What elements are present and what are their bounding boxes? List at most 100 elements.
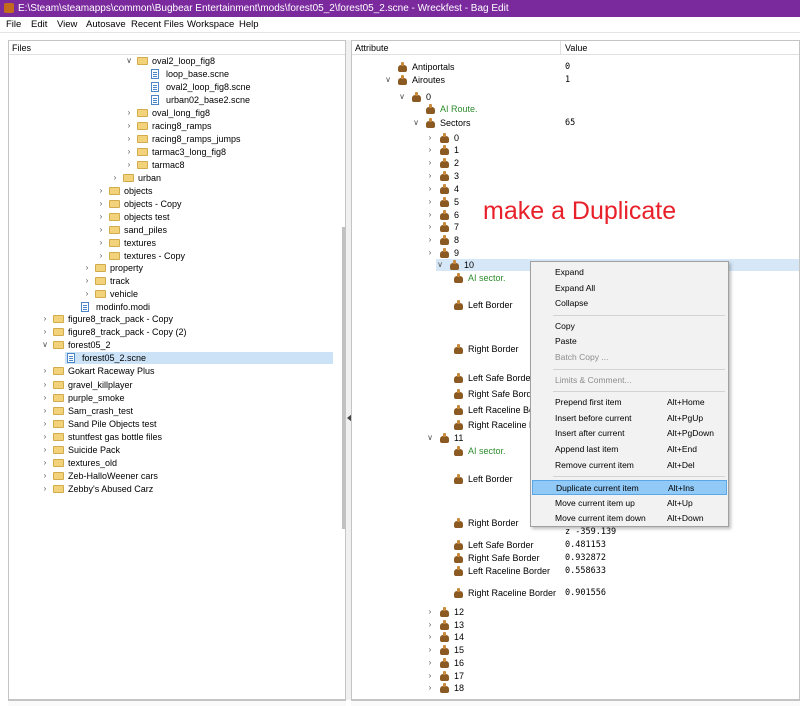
attribute-value[interactable]: 0.932872 — [565, 552, 606, 564]
chevron-down-icon[interactable]: ∨ — [384, 74, 392, 86]
menu-view[interactable]: View — [57, 19, 77, 30]
chevron-down-icon[interactable]: ∨ — [41, 339, 49, 351]
context-menu-item[interactable]: Move current item up Alt+Up — [532, 496, 727, 511]
folder-item[interactable]: ∨ oval2_loop_fig8 — [9, 55, 333, 67]
chevron-right-icon[interactable]: › — [41, 379, 49, 391]
chevron-right-icon[interactable]: › — [426, 619, 434, 631]
attribute-row[interactable]: › 15 — [352, 644, 799, 656]
chevron-right-icon[interactable]: › — [97, 224, 105, 236]
chevron-down-icon[interactable]: ∨ — [125, 55, 133, 67]
folder-item[interactable]: › property — [9, 262, 333, 274]
folder-item[interactable]: › Gokart Raceway Plus — [9, 365, 333, 377]
attribute-row[interactable]: › 2 — [352, 157, 799, 169]
chevron-right-icon[interactable]: › — [41, 470, 49, 482]
attribute-row[interactable]: ∨ Airoutes 1 — [352, 74, 799, 86]
chevron-down-icon[interactable]: ∨ — [436, 259, 444, 271]
chevron-right-icon[interactable]: › — [426, 682, 434, 694]
folder-item[interactable]: › textures - Copy — [9, 250, 333, 262]
folder-item[interactable]: › Zeb-HalloWeener cars — [9, 470, 333, 482]
context-menu-item[interactable]: Insert before current Alt+PgUp — [532, 411, 727, 426]
folder-item[interactable]: › racing8_ramps_jumps — [9, 133, 333, 145]
attribute-row[interactable]: › 14 — [352, 631, 799, 643]
context-menu-item[interactable]: Paste — [532, 334, 727, 349]
context-menu-item[interactable]: Append last item Alt+End — [532, 442, 727, 457]
folder-item[interactable]: › stuntfest gas bottle files — [9, 431, 333, 443]
context-menu-item[interactable]: Collapse — [532, 296, 727, 311]
chevron-right-icon[interactable]: › — [97, 237, 105, 249]
chevron-right-icon[interactable]: › — [426, 170, 434, 182]
folder-item[interactable]: › objects — [9, 185, 333, 197]
chevron-down-icon[interactable]: ∨ — [398, 91, 406, 103]
folder-item[interactable]: › Sand Pile Objects test — [9, 418, 333, 430]
column-separator[interactable] — [560, 41, 561, 55]
attribute-row[interactable]: › 9 — [352, 247, 799, 259]
attribute-row[interactable]: › 3 — [352, 170, 799, 182]
chevron-right-icon[interactable]: › — [97, 198, 105, 210]
chevron-right-icon[interactable]: › — [426, 144, 434, 156]
chevron-right-icon[interactable]: › — [426, 670, 434, 682]
folder-item[interactable]: › Sam_crash_test — [9, 405, 333, 417]
attribute-row[interactable]: › 12 — [352, 606, 799, 618]
attribute-row[interactable]: Antiportals 0 — [352, 61, 799, 73]
attribute-row[interactable]: ∨ 0 — [352, 91, 799, 103]
attribute-row[interactable]: z -359.139 — [352, 526, 799, 538]
attribute-row[interactable]: › 16 — [352, 657, 799, 669]
chevron-right-icon[interactable]: › — [41, 418, 49, 430]
chevron-right-icon[interactable]: › — [426, 183, 434, 195]
menu-workspace[interactable]: Workspace — [187, 19, 234, 30]
chevron-right-icon[interactable]: › — [125, 146, 133, 158]
context-menu-item[interactable]: Insert after current Alt+PgDown — [532, 426, 727, 441]
file-item[interactable]: oval2_loop_fig8.scne — [9, 81, 333, 93]
file-item[interactable]: forest05_2.scne — [65, 352, 333, 364]
folder-item[interactable]: › textures_old — [9, 457, 333, 469]
attribute-value[interactable]: 0 — [565, 61, 570, 73]
chevron-right-icon[interactable]: › — [426, 209, 434, 221]
chevron-right-icon[interactable]: › — [41, 392, 49, 404]
chevron-right-icon[interactable]: › — [83, 262, 91, 274]
chevron-right-icon[interactable]: › — [41, 405, 49, 417]
chevron-down-icon[interactable]: ∨ — [426, 432, 434, 444]
chevron-right-icon[interactable]: › — [111, 172, 119, 184]
folder-item[interactable]: › figure8_track_pack - Copy — [9, 313, 333, 325]
chevron-right-icon[interactable]: › — [426, 221, 434, 233]
chevron-right-icon[interactable]: › — [41, 326, 49, 338]
attribute-row[interactable]: › 18 — [352, 682, 799, 694]
chevron-right-icon[interactable]: › — [41, 313, 49, 325]
folder-item[interactable]: › sand_piles — [9, 224, 333, 236]
attribute-value[interactable]: 65 — [565, 117, 575, 129]
attribute-value[interactable]: 0.901556 — [565, 587, 606, 599]
chevron-right-icon[interactable]: › — [426, 644, 434, 656]
attribute-row[interactable]: › 1 — [352, 144, 799, 156]
file-item[interactable]: urban02_base2.scne — [9, 94, 333, 106]
attribute-value[interactable]: 0.558633 — [565, 565, 606, 577]
chevron-right-icon[interactable]: › — [97, 250, 105, 262]
attribute-value[interactable]: z -359.139 — [565, 526, 616, 538]
chevron-right-icon[interactable]: › — [41, 365, 49, 377]
folder-item[interactable]: › vehicle — [9, 288, 333, 300]
context-menu-item[interactable]: Expand All — [532, 281, 727, 296]
context-menu-item[interactable]: Prepend first item Alt+Home — [532, 395, 727, 410]
attribute-row[interactable]: Left Raceline Border 0.558633 — [352, 565, 799, 577]
chevron-right-icon[interactable]: › — [41, 457, 49, 469]
file-item[interactable]: modinfo.modi — [9, 301, 333, 313]
folder-item[interactable]: › tarmac8 — [9, 159, 333, 171]
folder-item[interactable]: › objects test — [9, 211, 333, 223]
folder-item[interactable]: › figure8_track_pack - Copy (2) — [9, 326, 333, 338]
chevron-right-icon[interactable]: › — [426, 657, 434, 669]
attribute-value[interactable]: 1 — [565, 74, 570, 86]
chevron-down-icon[interactable]: ∨ — [412, 117, 420, 129]
attribute-row[interactable]: › 13 — [352, 619, 799, 631]
chevron-right-icon[interactable]: › — [83, 288, 91, 300]
chevron-right-icon[interactable]: › — [426, 157, 434, 169]
folder-item[interactable]: ∨ forest05_2 — [9, 339, 333, 351]
file-item[interactable]: loop_base.scne — [9, 68, 333, 80]
attribute-row[interactable]: Right Raceline Border 0.901556 — [352, 587, 799, 599]
attribute-row[interactable]: AI Route. — [352, 103, 799, 115]
folder-item[interactable]: › Suicide Pack — [9, 444, 333, 456]
chevron-right-icon[interactable]: › — [125, 120, 133, 132]
folder-item[interactable]: › tarmac3_long_fig8 — [9, 146, 333, 158]
chevron-right-icon[interactable]: › — [426, 132, 434, 144]
context-menu-item[interactable]: Batch Copy ... — [532, 350, 727, 365]
context-menu-item[interactable]: Move current item down Alt+Down — [532, 511, 727, 526]
context-menu-item[interactable]: Copy — [532, 319, 727, 334]
